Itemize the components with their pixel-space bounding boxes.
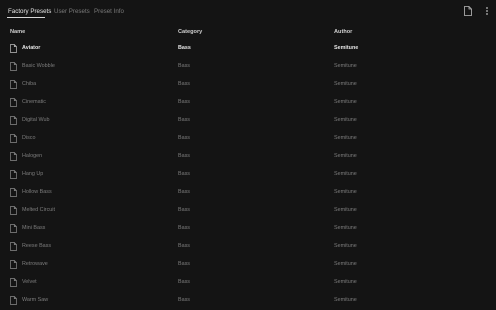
preset-author: Semitune xyxy=(334,297,357,303)
preset-author: Semitune xyxy=(334,207,357,213)
preset-category: Bass xyxy=(178,63,190,69)
preset-name: Hollow Bass xyxy=(22,189,52,195)
preset-category: Bass xyxy=(178,117,190,123)
table-row[interactable]: Halogen Bass Semitune xyxy=(0,148,496,166)
preset-author: Semitune xyxy=(334,189,357,195)
preset-category: Bass xyxy=(178,279,190,285)
preset-category: Bass xyxy=(178,171,190,177)
file-icon xyxy=(10,260,17,269)
new-file-icon[interactable] xyxy=(464,6,472,16)
preset-category: Bass xyxy=(178,45,191,51)
preset-category: Bass xyxy=(178,135,190,141)
tab-factory-presets[interactable]: Factory Presets xyxy=(8,7,51,16)
tab-user-presets[interactable]: User Presets xyxy=(54,7,90,16)
preset-category: Bass xyxy=(178,81,190,87)
file-icon xyxy=(10,116,17,125)
tab-preset-info[interactable]: Preset Info xyxy=(94,7,124,16)
preset-name: Chiba xyxy=(22,81,37,87)
preset-category: Bass xyxy=(178,297,190,303)
preset-name: Aviator xyxy=(22,45,41,51)
file-icon xyxy=(10,98,17,107)
column-header-name[interactable]: Name xyxy=(10,29,25,35)
file-icon xyxy=(10,224,17,233)
file-icon xyxy=(10,278,17,287)
file-icon xyxy=(10,62,17,71)
preset-name: Digital Wub xyxy=(22,117,50,123)
preset-category: Bass xyxy=(178,153,190,159)
preset-category: Bass xyxy=(178,243,190,249)
table-row[interactable]: Warm Saw Bass Semitune xyxy=(0,292,496,310)
preset-author: Semitune xyxy=(334,135,357,141)
table-header: Name Category Author xyxy=(0,26,496,40)
table-row[interactable]: Hang Up Bass Semitune xyxy=(0,166,496,184)
preset-name: Halogen xyxy=(22,153,43,159)
table-row[interactable]: Hollow Bass Bass Semitune xyxy=(0,184,496,202)
preset-category: Bass xyxy=(178,261,190,267)
preset-name: Retrowave xyxy=(22,261,48,267)
preset-category: Bass xyxy=(178,99,190,105)
file-icon xyxy=(10,80,17,89)
table-row[interactable]: Digital Wub Bass Semitune xyxy=(0,112,496,130)
preset-name: Hang Up xyxy=(22,171,44,177)
preset-name: Velvet xyxy=(22,279,37,285)
file-icon xyxy=(10,206,17,215)
column-header-category[interactable]: Category xyxy=(178,29,202,35)
column-header-author[interactable]: Author xyxy=(334,29,352,35)
table-row[interactable]: Aviator Bass Semitune xyxy=(0,40,496,58)
table-row[interactable]: Mini Bass Bass Semitune xyxy=(0,220,496,238)
preset-category: Bass xyxy=(178,189,190,195)
table-row[interactable]: Melted Circuit Bass Semitune xyxy=(0,202,496,220)
file-icon xyxy=(10,134,17,143)
file-icon xyxy=(10,152,17,161)
table-row[interactable]: Basic Wobble Bass Semitune xyxy=(0,58,496,76)
preset-author: Semitune xyxy=(334,117,357,123)
table-row[interactable]: Disco Bass Semitune xyxy=(0,130,496,148)
preset-name: Mini Bass xyxy=(22,225,46,231)
table-row[interactable]: Chiba Bass Semitune xyxy=(0,76,496,94)
preset-author: Semitune xyxy=(334,153,357,159)
file-icon xyxy=(10,170,17,179)
file-icon xyxy=(10,44,17,53)
file-icon xyxy=(10,242,17,251)
preset-tab-bar: Factory Presets User Presets Preset Info xyxy=(0,0,496,24)
table-row[interactable]: Cinematic Bass Semitune xyxy=(0,94,496,112)
active-tab-indicator xyxy=(7,17,45,18)
preset-name: Cinematic xyxy=(22,99,46,105)
preset-author: Semitune xyxy=(334,99,357,105)
preset-author: Semitune xyxy=(334,225,357,231)
file-icon xyxy=(10,296,17,305)
menu-icon[interactable] xyxy=(483,6,491,16)
file-icon xyxy=(10,188,17,197)
preset-name: Disco xyxy=(22,135,36,141)
preset-name: Melted Circuit xyxy=(22,207,55,213)
table-row[interactable]: Reese Bass Bass Semitune xyxy=(0,238,496,256)
preset-name: Reese Bass xyxy=(22,243,52,249)
preset-name: Warm Saw xyxy=(22,297,49,303)
preset-author: Semitune xyxy=(334,63,357,69)
table-row[interactable]: Retrowave Bass Semitune xyxy=(0,256,496,274)
preset-author: Semitune xyxy=(334,45,359,51)
preset-category: Bass xyxy=(178,207,190,213)
preset-category: Bass xyxy=(178,225,190,231)
table-row[interactable]: Velvet Bass Semitune xyxy=(0,274,496,292)
preset-author: Semitune xyxy=(334,279,357,285)
preset-author: Semitune xyxy=(334,261,357,267)
preset-author: Semitune xyxy=(334,81,357,87)
preset-name: Basic Wobble xyxy=(22,63,55,69)
preset-author: Semitune xyxy=(334,243,357,249)
preset-author: Semitune xyxy=(334,171,357,177)
